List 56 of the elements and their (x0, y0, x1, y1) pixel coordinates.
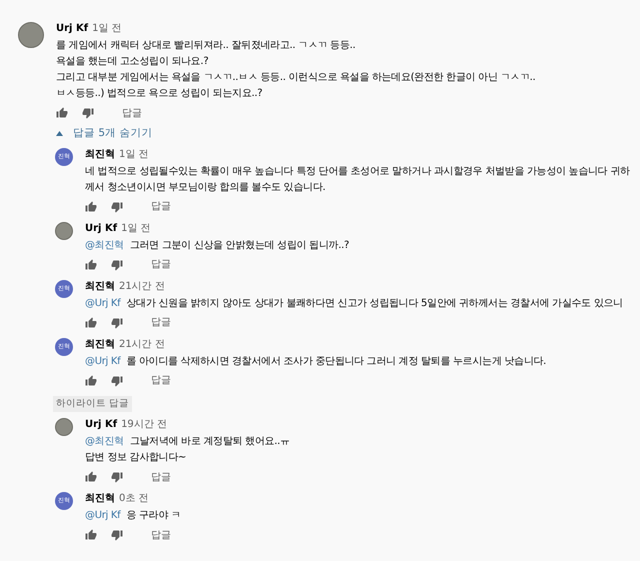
comment-text: @Urj Kf 응 구라야 ㅋ (85, 509, 181, 523)
comment-time[interactable]: 19시간 전 (121, 418, 167, 432)
mention-link[interactable]: @Urj Kf (85, 298, 120, 309)
thumbs-up-icon[interactable] (56, 107, 68, 119)
comment-text: 그리고 대부분 게임에서는 욕설을 ㄱㅅㄲ..ㅂㅅ 등등.. 이런식으로 욕설을 하는데요(완전한 한글이 아닌 ㄱㅅㄲ.. (56, 71, 536, 85)
thumbs-down-icon[interactable] (111, 316, 123, 329)
comment-text: @Urj Kf 롤 아이디를 삭제하시면 경찰서에서 조사가 중단됩니다 그러니 계정 탈퇴를 누르시는게 낫습니다. (85, 354, 546, 369)
thumbs-down-icon[interactable] (111, 471, 123, 483)
comment-text: 욕설을 했는데 고소성립이 되나요.? (56, 55, 210, 69)
comment-text: 를 게임에서 캐릭터 상대로 빨리뒤져라.. 잘뒤졌네라고.. ㄱㅅㄲ 등등.. (56, 39, 356, 53)
thumbs-up-icon[interactable] (85, 529, 97, 541)
comment-text: 네 법적으로 성립될수있는 확률이 매우 높습니다 특정 단어를 초성어로 말하거나 과시할경우 처벌받을 가능성이 높습니다 귀하께서 청소년이시면 부모님이랑 합의를 볼수도 있습니다. (85, 164, 631, 195)
comment-text: @최진혁 그러면 그분이 신상을 안밝혔는데 성립이 됩니까..? (85, 238, 349, 253)
mention-link[interactable]: @Urj Kf (85, 356, 120, 367)
thumbs-up-icon[interactable] (85, 374, 97, 387)
reply-button[interactable]: 답글 (151, 528, 171, 542)
author-name[interactable]: 최진혁 (85, 148, 115, 162)
comment-text: ㅂㅅ등등..) 법적으로 욕으로 성립이 되는지요..? (56, 87, 264, 101)
thumbs-down-icon[interactable] (82, 107, 94, 119)
thumbs-down-icon[interactable] (111, 258, 123, 271)
reply-button[interactable]: 답글 (151, 470, 171, 484)
comment-time[interactable]: 1일 전 (92, 22, 122, 36)
author-name[interactable]: 최진혁 (85, 338, 115, 352)
thumbs-up-icon[interactable] (85, 200, 97, 213)
mention-link[interactable]: @최진혁 (85, 436, 124, 447)
comment-text: @Urj Kf 상대가 신원을 밝히지 않아도 상대가 불쾌하다면 신고가 성립됩니다 5일안에 귀하께서는 경찰서에 가실수도 있으니 (85, 296, 623, 311)
thumbs-up-icon[interactable] (85, 316, 97, 329)
author-name[interactable]: 최진혁 (85, 280, 115, 294)
comment-time[interactable]: 0초 전 (119, 492, 149, 506)
author-name[interactable]: Urj Kf (85, 418, 118, 432)
comment-text: @최진혁 그날저녁에 바로 계정탈퇴 했어요..ㅠ (85, 435, 290, 449)
mention-link[interactable]: @최진혁 (85, 240, 124, 251)
thumbs-down-icon[interactable] (111, 200, 123, 213)
comment-text: 답변 정보 감사합니다~ (85, 451, 188, 465)
mention-link[interactable]: @Urj Kf (85, 510, 120, 521)
reply-button[interactable]: 답글 (151, 315, 171, 330)
reply-button[interactable]: 답글 (151, 199, 171, 214)
comment-time[interactable]: 21시간 전 (119, 338, 165, 352)
comment-time[interactable]: 1일 전 (121, 222, 151, 236)
avatar[interactable] (55, 418, 73, 436)
thumbs-up-icon[interactable] (85, 258, 97, 271)
reply-button[interactable]: 답글 (122, 106, 142, 120)
reply-button[interactable]: 답글 (151, 257, 171, 272)
highlight-label: 하이라이트 답글 (53, 396, 132, 412)
thumbs-down-icon[interactable] (111, 374, 123, 387)
replies-toggle[interactable]: 답글 5개 숨기기 (56, 126, 152, 142)
comment-time[interactable]: 21시간 전 (119, 280, 165, 294)
author-name[interactable]: Urj Kf (56, 22, 88, 36)
avatar[interactable] (55, 222, 73, 240)
thumbs-down-icon[interactable] (111, 529, 123, 541)
thumbs-up-icon[interactable] (85, 471, 97, 483)
comment-time[interactable]: 1일 전 (119, 148, 149, 162)
reply-button[interactable]: 답글 (151, 373, 171, 388)
author-name[interactable]: Urj Kf (85, 222, 118, 236)
avatar[interactable] (18, 22, 44, 48)
author-name[interactable]: 최진혁 (85, 492, 115, 506)
